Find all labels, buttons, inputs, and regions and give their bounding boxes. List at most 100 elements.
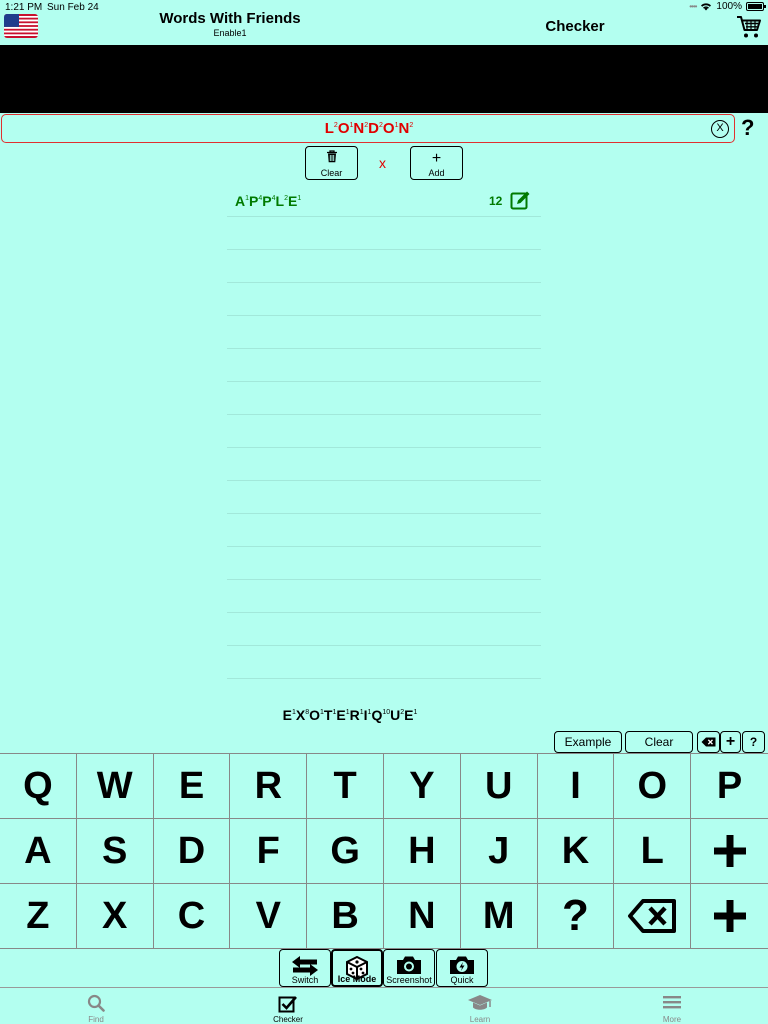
row-score: 12 xyxy=(489,194,503,208)
key-j[interactable]: J xyxy=(460,819,538,884)
key-g[interactable]: G xyxy=(307,819,384,884)
tile-score: 1 xyxy=(297,195,302,202)
word-list-empty-row[interactable] xyxy=(227,580,541,613)
preview-tile: O1 xyxy=(309,707,324,723)
keyboard-backspace-button[interactable] xyxy=(697,731,720,753)
key-r[interactable]: R xyxy=(230,754,308,819)
trash-icon xyxy=(306,150,357,168)
word-list-empty-row[interactable] xyxy=(227,382,541,415)
key-t[interactable]: T xyxy=(307,754,384,819)
page-title: Checker xyxy=(545,18,605,35)
key-h[interactable]: H xyxy=(384,819,461,884)
edit-icon[interactable] xyxy=(510,190,531,211)
preview-tile: T1 xyxy=(324,707,336,723)
status-bar: 1:21 PM Sun Feb 24 •••• 100% xyxy=(0,0,768,14)
us-flag-icon[interactable] xyxy=(4,14,38,38)
backspace-icon xyxy=(628,899,677,933)
input-tile: O1 xyxy=(338,120,354,137)
ad-banner[interactable] xyxy=(0,45,768,113)
word-list-empty-row[interactable] xyxy=(227,349,541,382)
example-button[interactable]: Example xyxy=(554,731,622,753)
key-q[interactable]: Q xyxy=(0,754,77,819)
key-a[interactable]: A xyxy=(0,819,77,884)
key-plus[interactable] xyxy=(691,884,768,949)
key-y[interactable]: Y xyxy=(384,754,461,819)
status-time: 1:21 PM xyxy=(5,2,43,13)
row-tile: L2 xyxy=(276,193,288,209)
key-p[interactable]: P xyxy=(691,754,768,819)
keyboard-clear-button[interactable]: Clear xyxy=(625,731,693,753)
word-list-empty-row[interactable] xyxy=(227,547,541,580)
keyboard-help-button[interactable]: ? xyxy=(742,731,765,753)
word-list-empty-row[interactable] xyxy=(227,250,541,283)
tile-letter: X xyxy=(295,707,306,723)
key-b[interactable]: B xyxy=(307,884,384,949)
add-word-button[interactable]: + Add xyxy=(410,146,463,180)
key-d[interactable]: D xyxy=(153,819,231,884)
word-list-empty-row[interactable] xyxy=(227,217,541,250)
tab-checker-label: Checker xyxy=(273,1015,303,1024)
tile-score: 2 xyxy=(409,122,414,129)
clear-list-button[interactable]: Clear xyxy=(305,146,358,180)
key-i[interactable]: I xyxy=(537,754,615,819)
key-v[interactable]: V xyxy=(230,884,308,949)
tab-find[interactable]: Find xyxy=(0,988,192,1024)
key-w[interactable]: W xyxy=(76,754,154,819)
key-f[interactable]: F xyxy=(230,819,308,884)
app-title: Words With Friends xyxy=(159,10,301,27)
word-list-empty-row[interactable] xyxy=(227,448,541,481)
switch-button[interactable]: Switch xyxy=(279,949,331,987)
ice-mode-button[interactable]: Ice Mode xyxy=(331,949,383,987)
word-list-empty-row[interactable] xyxy=(227,481,541,514)
tile-letter: N xyxy=(398,120,410,137)
letter-keyboard: Q W E R T Y U I O P A S D F G H J K L Z X C V B N M? xyxy=(0,753,768,949)
input-tile: L2 xyxy=(325,120,338,137)
tab-learn[interactable]: Learn xyxy=(384,988,576,1024)
word-list-empty-row[interactable] xyxy=(227,316,541,349)
tab-checker[interactable]: Checker xyxy=(192,988,384,1024)
help-button[interactable]: ? xyxy=(741,115,754,141)
key-x[interactable]: X xyxy=(76,884,154,949)
word-list-empty-row[interactable] xyxy=(227,646,541,679)
tile-letter: L xyxy=(324,120,334,137)
key-z[interactable]: Z xyxy=(0,884,77,949)
word-list-row[interactable]: A1P4P4L2E1 12 xyxy=(227,184,541,217)
key-plus[interactable] xyxy=(691,819,768,884)
key-u[interactable]: U xyxy=(460,754,538,819)
word-list-empty-row[interactable] xyxy=(227,514,541,547)
key-k[interactable]: K xyxy=(537,819,615,884)
plus-icon xyxy=(713,900,746,932)
word-list: A1P4P4L2E1 12 xyxy=(227,184,541,679)
key-blank[interactable]: ? xyxy=(537,884,615,949)
tile-letter: E xyxy=(336,707,346,723)
tile-letter: E xyxy=(288,193,298,209)
word-list-empty-row[interactable] xyxy=(227,613,541,646)
tile-letter: Q xyxy=(371,707,383,723)
tile-score: 10 xyxy=(382,709,391,716)
clear-input-icon[interactable]: X xyxy=(711,120,729,138)
quick-button[interactable]: Quick xyxy=(436,949,488,987)
preview-tile: E1 xyxy=(336,707,349,723)
tab-more[interactable]: More xyxy=(576,988,768,1024)
quick-camera-icon xyxy=(450,956,474,974)
screenshot-button[interactable]: Screenshot xyxy=(383,949,435,987)
key-l[interactable]: L xyxy=(614,819,692,884)
key-s[interactable]: S xyxy=(76,819,154,884)
switch-arrows-icon xyxy=(292,956,318,976)
preview-tile: E1 xyxy=(404,707,417,723)
key-backspace[interactable] xyxy=(614,884,692,949)
key-e[interactable]: E xyxy=(153,754,231,819)
key-o[interactable]: O xyxy=(614,754,692,819)
dictionary-name[interactable]: Enable1 xyxy=(130,28,330,38)
key-m[interactable]: M xyxy=(460,884,538,949)
add-word-label: Add xyxy=(428,168,445,178)
word-list-empty-row[interactable] xyxy=(227,283,541,316)
word-input-field[interactable]: L2O1N2D2O1N2 xyxy=(1,114,735,143)
shopping-cart-icon[interactable] xyxy=(736,14,762,40)
tile-letter: R xyxy=(349,707,360,723)
keyboard-plus-button[interactable]: + xyxy=(720,731,741,753)
word-list-empty-row[interactable] xyxy=(227,415,541,448)
status-indicators: •••• 100% xyxy=(689,1,766,12)
key-n[interactable]: N xyxy=(384,884,461,949)
key-c[interactable]: C xyxy=(153,884,231,949)
